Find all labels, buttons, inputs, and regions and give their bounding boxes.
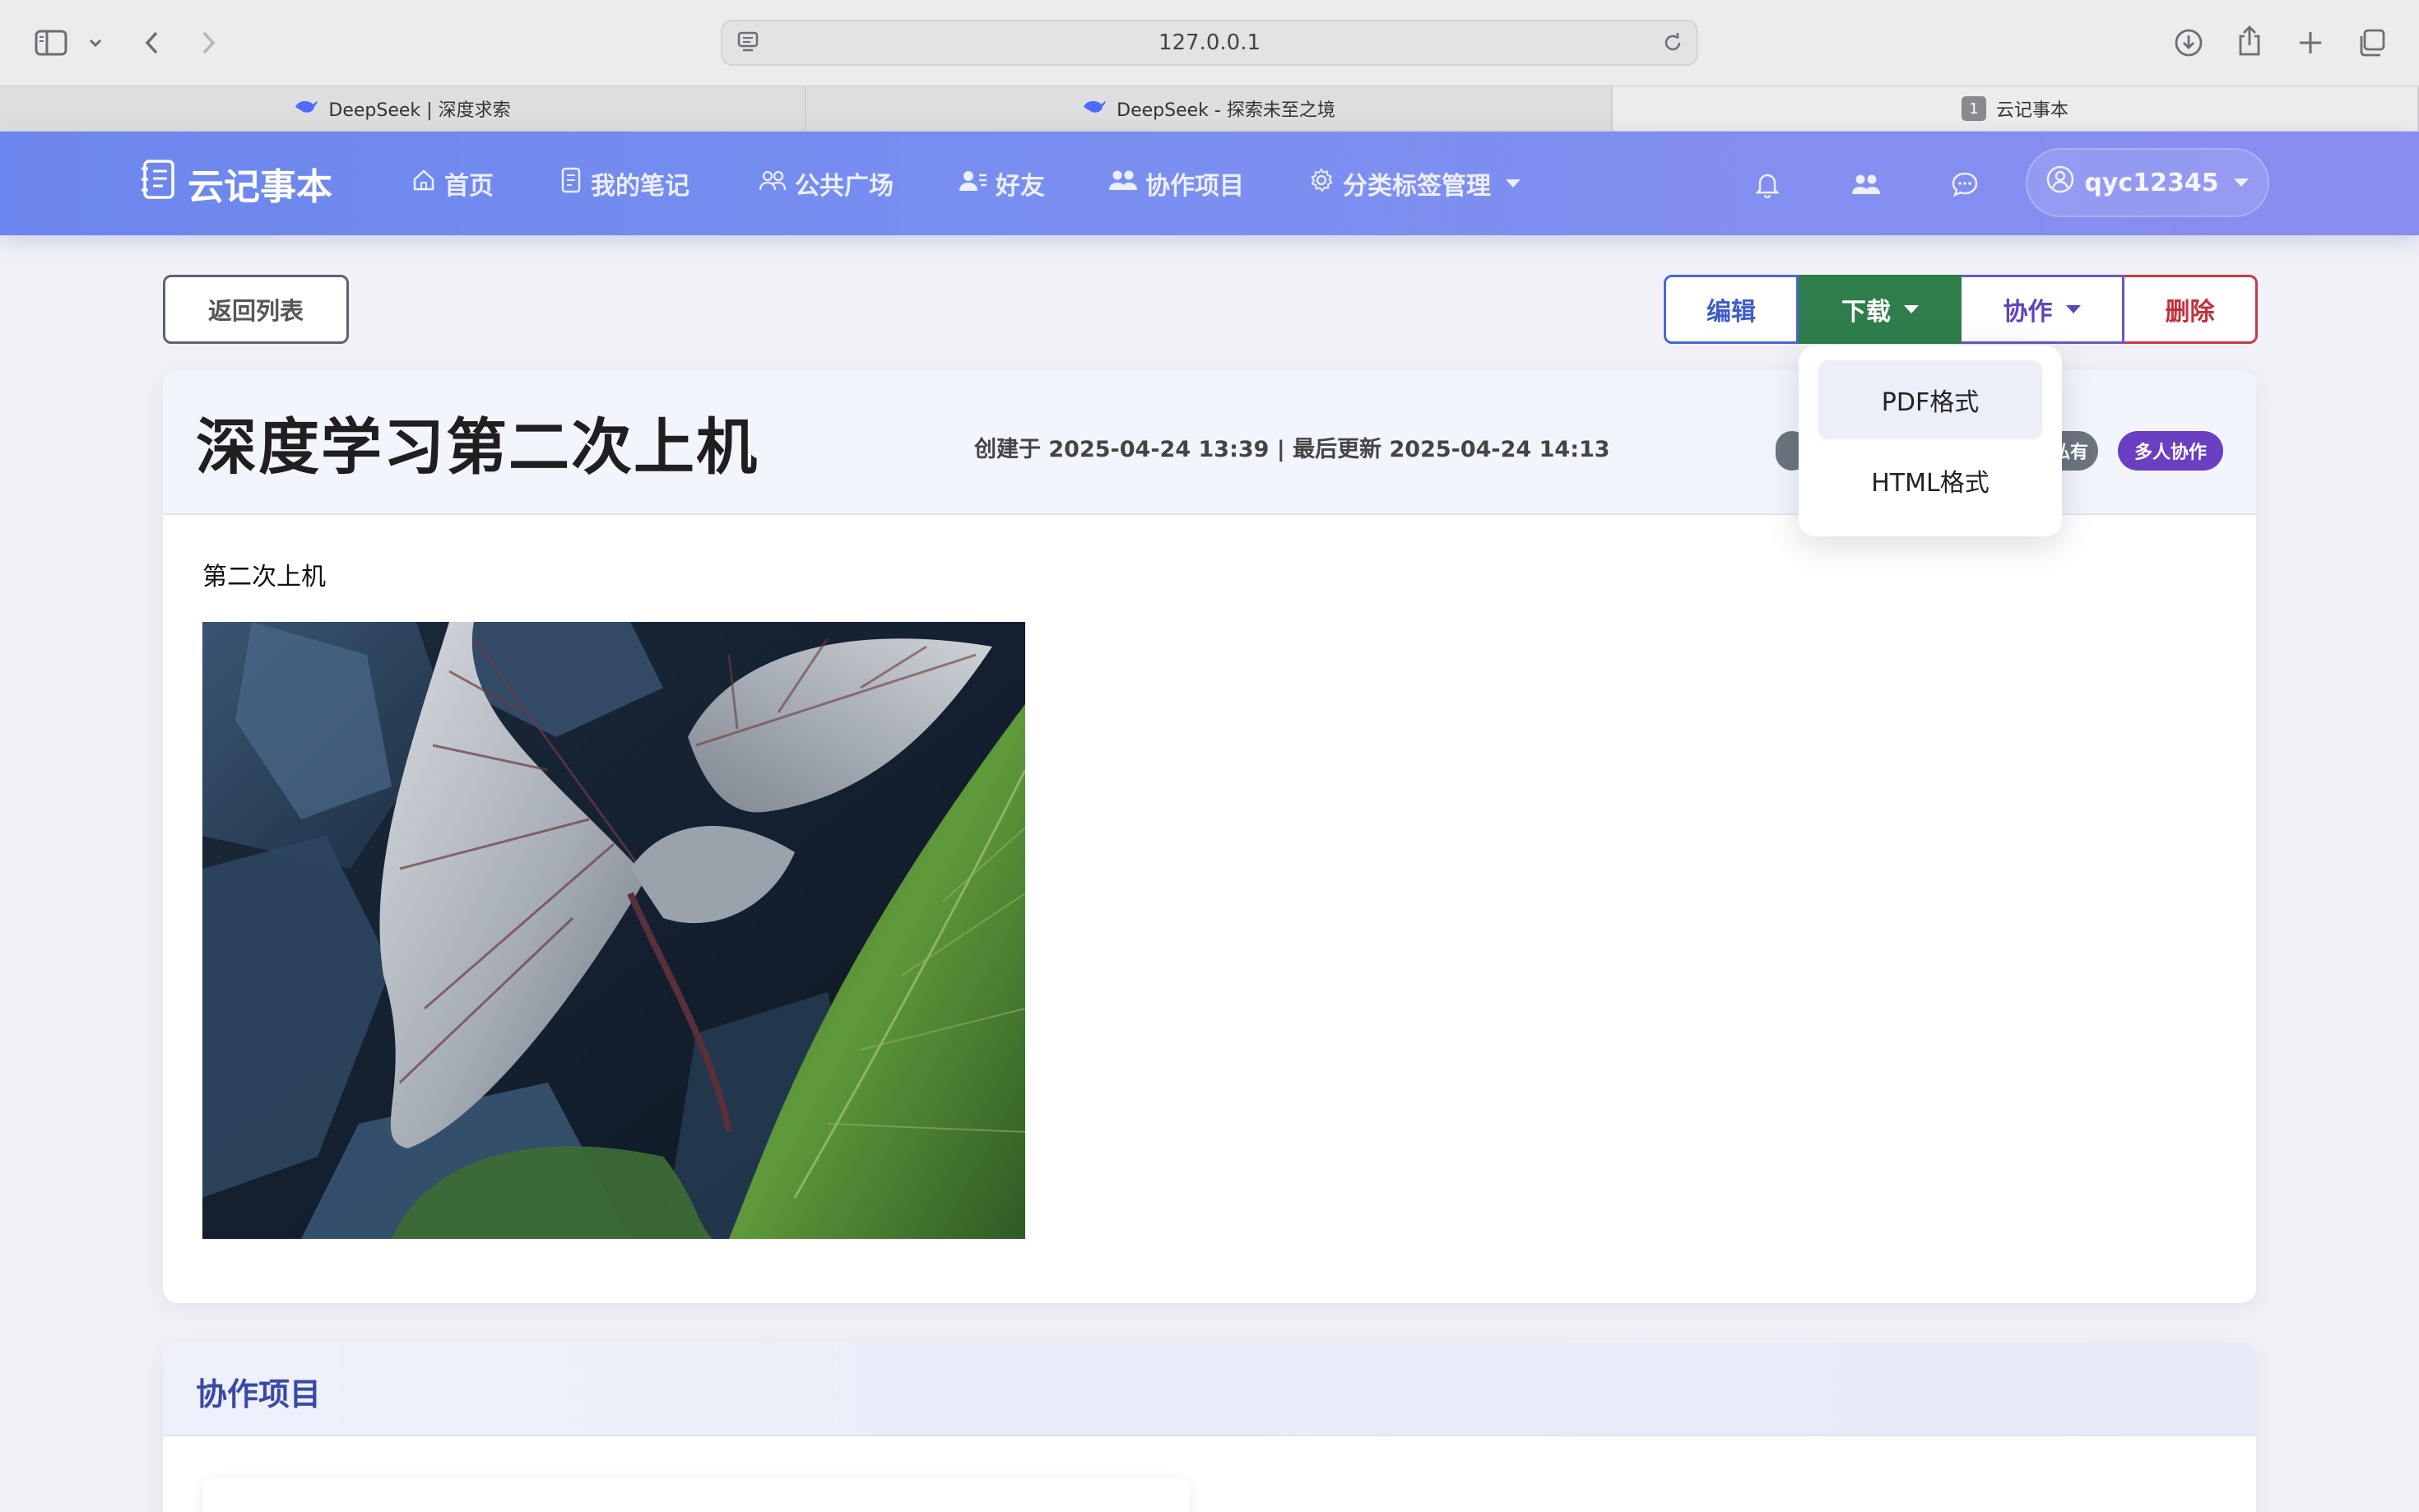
download-html-option[interactable]: HTML格式: [1818, 441, 2042, 520]
note-title: 深度学习第二次上机: [196, 412, 759, 483]
url-text: 127.0.0.1: [1158, 30, 1261, 55]
caret-down-icon: [2233, 179, 2249, 187]
collab-projects-card: 协作项目: [163, 1343, 2256, 1512]
note-action-group: 编辑 下载 协作 删除: [1664, 275, 2258, 344]
tab-title: 云记事本: [1995, 100, 2068, 121]
user-avatar-icon: [2046, 165, 2074, 200]
app-navbar: 云记事本 首页 我的笔记 公共广场 好友 协作项目 分类标签管理 qyc1234…: [0, 132, 2419, 235]
collab-projects-title: 协作项目: [196, 1376, 322, 1412]
deepseek-whale-icon: [1082, 97, 1107, 120]
nav-public-square[interactable]: 公共广场: [759, 161, 894, 206]
back-to-list-button[interactable]: 返回列表: [163, 275, 349, 344]
share-icon[interactable]: [2233, 23, 2266, 59]
site-settings-icon[interactable]: [736, 30, 760, 62]
friends-group-icon[interactable]: [1850, 168, 1883, 201]
journal-icon: [140, 159, 176, 209]
forward-arrow-icon[interactable]: [196, 26, 222, 59]
nav-label: 首页: [444, 172, 494, 201]
tab-badge: 1: [1961, 96, 1986, 121]
nav-collab-projects[interactable]: 协作项目: [1109, 161, 1244, 206]
tab-title: DeepSeek | 深度求索: [328, 100, 511, 121]
downloads-icon[interactable]: [2172, 26, 2205, 59]
tab-deepseek-2[interactable]: DeepSeek - 探索未至之境: [806, 86, 1613, 131]
caret-down-icon: [1506, 179, 1521, 188]
download-pdf-option[interactable]: PDF格式: [1818, 360, 2042, 439]
friend-icon: [959, 169, 987, 198]
nav-label: 好友: [996, 172, 1045, 201]
edit-button[interactable]: 编辑: [1664, 275, 1799, 344]
note-image: [202, 622, 1025, 1239]
nav-label: 我的笔记: [591, 172, 689, 201]
delete-label: 删除: [2165, 298, 2215, 327]
nav-friends[interactable]: 好友: [959, 161, 1045, 206]
team-icon: [1109, 169, 1137, 198]
nav-my-notes[interactable]: 我的笔记: [559, 161, 689, 206]
brand-name: 云记事本: [188, 166, 332, 208]
browser-toolbar: 127.0.0.1: [0, 0, 2419, 86]
collab-badge: 多人协作: [2118, 431, 2223, 471]
delete-button[interactable]: 删除: [2124, 275, 2258, 344]
note-body-text: 第二次上机: [202, 563, 326, 591]
deepseek-whale-icon: [294, 97, 318, 120]
home-icon: [411, 168, 436, 199]
bell-icon[interactable]: [1753, 168, 1782, 201]
gear-icon: [1308, 167, 1335, 200]
caret-down-icon: [1904, 305, 1919, 313]
tab-overview-icon[interactable]: [2355, 26, 2388, 59]
username: qyc12345: [2084, 168, 2219, 197]
note-icon: [559, 167, 583, 200]
reload-icon[interactable]: [1660, 30, 1685, 62]
nav-home[interactable]: 首页: [411, 161, 494, 206]
collab-button[interactable]: 协作: [1962, 275, 2124, 344]
tab-title: DeepSeek - 探索未至之境: [1117, 100, 1335, 121]
nav-label: 分类标签管理: [1343, 172, 1491, 201]
caret-down-icon: [2065, 305, 2081, 313]
note-meta: 创建于 2025-04-24 13:39 | 最后更新 2025-04-24 1…: [974, 437, 1610, 462]
chevron-down-icon[interactable]: [86, 33, 105, 53]
collab-label: 协作: [2003, 298, 2053, 327]
nav-label: 公共广场: [795, 172, 894, 201]
address-bar[interactable]: 127.0.0.1: [721, 20, 1698, 66]
tab-deepseek-1[interactable]: DeepSeek | 深度求索: [0, 86, 806, 131]
collab-project-item[interactable]: [202, 1477, 1190, 1512]
sidebar-toggle-icon[interactable]: [33, 26, 69, 59]
brand-logo[interactable]: 云记事本: [140, 156, 332, 211]
people-icon: [759, 169, 787, 198]
user-menu[interactable]: qyc12345: [2026, 148, 2269, 217]
chat-icon[interactable]: [1948, 168, 1981, 201]
download-label: 下载: [1841, 298, 1891, 327]
nav-label: 协作项目: [1145, 172, 1244, 201]
collab-projects-header: 协作项目: [163, 1343, 2256, 1436]
tab-bar: DeepSeek | 深度求索 DeepSeek - 探索未至之境 1 云记事本: [0, 86, 2419, 132]
download-dropdown-menu: PDF格式 HTML格式: [1799, 346, 2062, 536]
back-arrow-icon[interactable]: [138, 26, 165, 59]
tab-cloud-notebook[interactable]: 1 云记事本: [1613, 86, 2419, 131]
edit-label: 编辑: [1706, 298, 1756, 327]
download-button[interactable]: 下载: [1799, 275, 1962, 344]
new-tab-icon[interactable]: [2294, 26, 2327, 59]
nav-category-tags[interactable]: 分类标签管理: [1308, 161, 1521, 206]
